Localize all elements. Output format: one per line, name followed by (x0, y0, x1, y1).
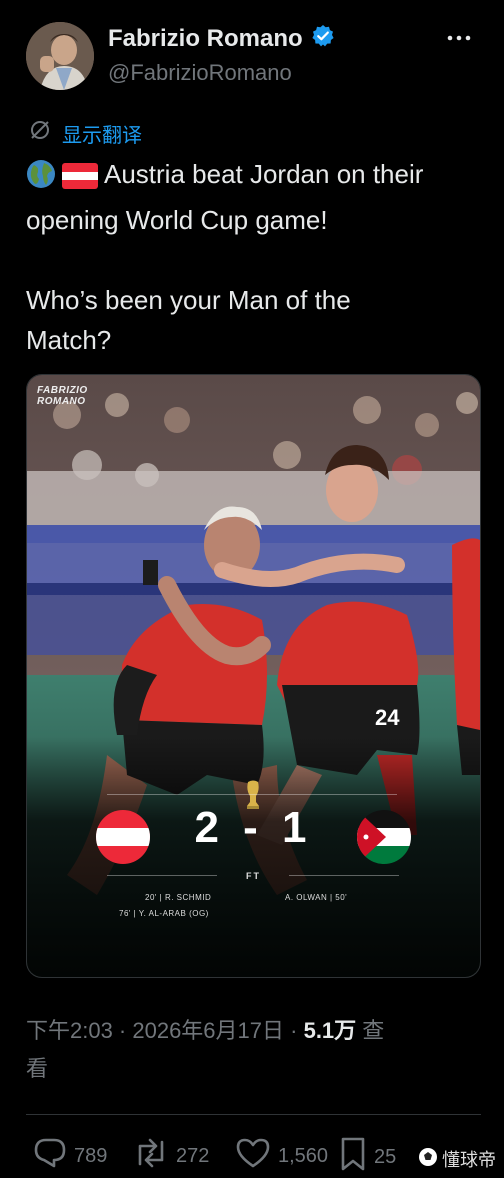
bookmark-count: 25 (374, 1145, 397, 1168)
scorer-2: 76' | Y. AL-ARAB (OG) (119, 909, 209, 918)
like-button[interactable]: 1,560 (234, 1136, 328, 1176)
translate-label: 显示翻译 (62, 124, 142, 147)
tweet-line-3: Who’s been your Man of the (26, 285, 351, 315)
scorer-1: 20' | R. SCHMID (145, 893, 212, 902)
watermark-line-1: FABRIZIO (37, 385, 88, 396)
repost-count: 272 (176, 1144, 210, 1167)
match-status: FT (246, 871, 261, 881)
tweet-line-1: Austria beat Jordan on their (26, 154, 486, 200)
watermark-line-2: ROMANO (37, 396, 86, 407)
tweet-text: Austria beat Jordan on their opening Wor… (26, 154, 486, 360)
scorer-3: A. OLWAN | 50' (285, 893, 348, 902)
tweet-media-image[interactable]: 24 FABRIZIO ROMANO 2 - 1 FT 20' | R. SCH… (26, 374, 481, 978)
dongqiudi-watermark: 懂球帝 (418, 1146, 496, 1172)
views-label: 查 (356, 1018, 385, 1043)
globe-icon (26, 159, 56, 200)
more-options-icon[interactable] (444, 26, 474, 50)
tweet-line-1-text: Austria beat Jordan on their (104, 159, 424, 189)
reply-count: 789 (74, 1144, 108, 1167)
tweet-header: Fabrizio Romano @FabrizioRomano (0, 0, 504, 110)
ft-rule-left (107, 875, 217, 876)
match-score: 2 - 1 (194, 803, 313, 852)
soccer-ball-icon (418, 1147, 438, 1172)
view-count: 5.1万 (303, 1018, 357, 1043)
reply-icon (32, 1136, 68, 1176)
repost-button[interactable]: 272 (132, 1136, 209, 1176)
player-number: 24 (375, 705, 400, 730)
watermark: FABRIZIO ROMANO (37, 385, 88, 407)
bookmark-icon (338, 1136, 368, 1178)
avatar[interactable] (26, 22, 94, 90)
repost-icon (132, 1136, 170, 1176)
tweet-meta: 下午2:03 · 2026年6月17日 · 5.1万 查 看 (26, 1012, 481, 1088)
display-name[interactable]: Fabrizio Romano (108, 25, 303, 53)
verified-badge-icon (311, 24, 335, 53)
heart-icon (234, 1136, 272, 1176)
tweet-line-2: opening World Cup game! (26, 205, 328, 235)
like-count: 1,560 (278, 1144, 329, 1167)
translate-icon (28, 118, 52, 148)
austria-flag-icon (62, 160, 98, 200)
tweet-line-4: Match? (26, 325, 112, 355)
divider (26, 1114, 481, 1115)
translate-link[interactable]: 显示翻译 (28, 118, 142, 148)
scoreboard-rule (107, 794, 397, 795)
brand-text: 懂球帝 (442, 1150, 496, 1170)
reply-button[interactable]: 789 (32, 1136, 107, 1176)
handle[interactable]: @FabrizioRomano (108, 60, 292, 86)
timestamp[interactable]: 下午2:03 · 2026年6月17日 · (26, 1018, 304, 1043)
ft-rule-right (289, 875, 399, 876)
bookmark-button[interactable]: 25 (338, 1136, 396, 1178)
views-label-2: 看 (26, 1056, 49, 1081)
